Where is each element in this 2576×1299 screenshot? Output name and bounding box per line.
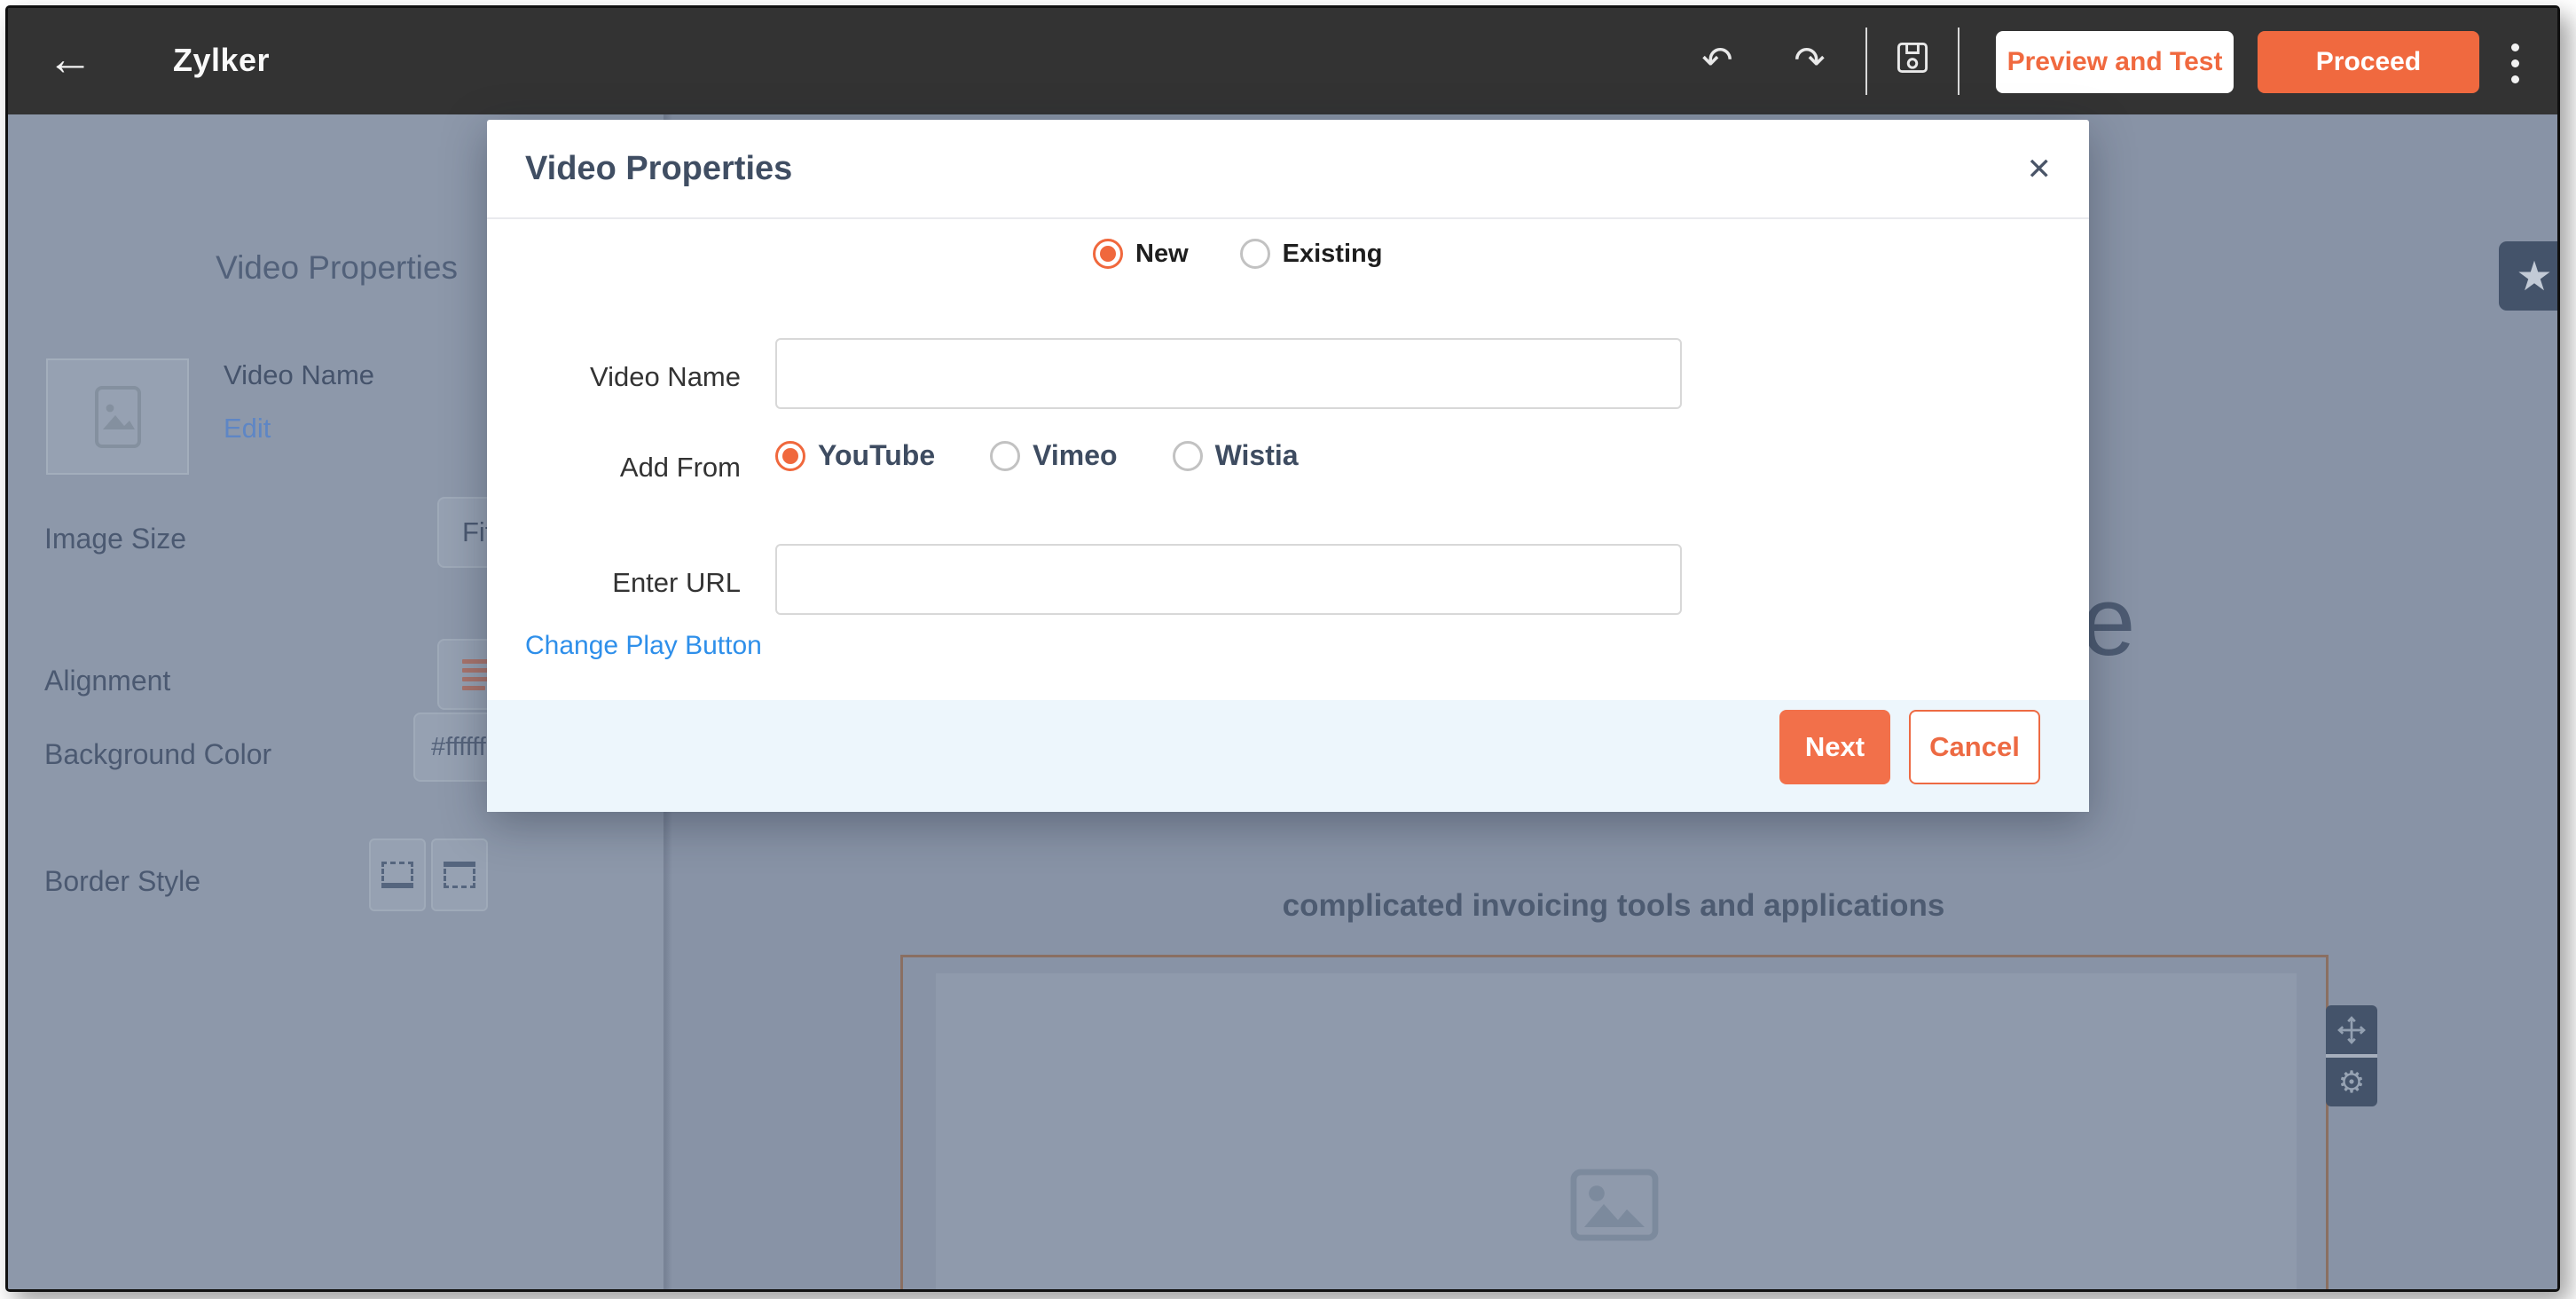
radio-unselected-icon (1240, 239, 1270, 269)
save-button[interactable] (1887, 38, 1938, 91)
move-icon (2335, 1013, 2368, 1047)
radio-existing[interactable]: Existing (1240, 239, 1383, 269)
border-top-icon (444, 862, 475, 888)
radio-new[interactable]: New (1093, 239, 1189, 269)
background-color-value: #ffffff (431, 733, 486, 762)
favorite-button[interactable]: ★ (2499, 241, 2560, 311)
top-bar: ← Zylker ↶ ↷ Preview and Test Proceed (8, 8, 2557, 114)
border-style-label: Border Style (44, 865, 200, 898)
radio-selected-icon (1093, 239, 1123, 269)
image-placeholder-icon (1570, 1169, 1659, 1246)
gear-icon: ⚙ (2338, 1067, 2365, 1098)
radio-youtube[interactable]: YouTube (775, 439, 935, 472)
alignment-label: Alignment (44, 665, 170, 697)
dialog-footer: Next Cancel (487, 700, 2089, 812)
radio-wistia-label: Wistia (1215, 439, 1299, 472)
video-placeholder-block[interactable] (900, 955, 2329, 1292)
block-floating-toolbar: ⚙ (2326, 1005, 2377, 1106)
border-bottom-icon (381, 862, 413, 888)
close-icon: ✕ (2027, 153, 2053, 186)
video-name-label: Video Name (487, 361, 741, 393)
star-icon: ★ (2516, 256, 2552, 296)
kebab-dot (2511, 59, 2519, 67)
radio-unselected-icon (1173, 441, 1203, 471)
mode-radio-group: New Existing (1093, 239, 1382, 269)
more-options-button[interactable] (2495, 38, 2534, 88)
back-arrow-icon: ← (47, 34, 93, 85)
enter-url-input[interactable] (775, 544, 1682, 615)
sidebar-video-name-label: Video Name (224, 359, 374, 391)
campaign-title: Zylker (173, 42, 270, 79)
proceed-button[interactable]: Proceed (2258, 31, 2479, 93)
dialog-header: Video Properties ✕ (487, 120, 2089, 219)
redo-icon: ↷ (1794, 39, 1825, 81)
radio-unselected-icon (990, 441, 1020, 471)
next-button[interactable]: Next (1779, 710, 1890, 784)
app-window: Video Properties Video Name Edit Image S… (5, 5, 2560, 1292)
radio-new-label: New (1135, 240, 1189, 269)
enter-url-label: Enter URL (487, 567, 741, 599)
add-from-label: Add From (487, 452, 741, 484)
redo-button[interactable]: ↷ (1784, 35, 1835, 86)
back-button[interactable]: ← (47, 36, 104, 86)
radio-youtube-label: YouTube (818, 439, 935, 472)
radio-vimeo-label: Vimeo (1033, 439, 1117, 472)
radio-wistia[interactable]: Wistia (1173, 439, 1299, 472)
close-button[interactable]: ✕ (2027, 152, 2053, 187)
video-name-input[interactable] (775, 338, 1682, 409)
radio-existing-label: Existing (1283, 240, 1383, 269)
border-style-top-button[interactable] (431, 838, 488, 911)
kebab-dot (2511, 43, 2519, 51)
block-settings-button[interactable]: ⚙ (2326, 1058, 2377, 1106)
cancel-button[interactable]: Cancel (1909, 710, 2040, 784)
background-color-label: Background Color (44, 738, 271, 771)
canvas-paragraph-fragment: complicated invoicing tools and applicat… (1117, 888, 2110, 924)
border-style-bottom-button[interactable] (369, 838, 426, 911)
undo-button[interactable]: ↶ (1692, 35, 1743, 86)
save-icon (1893, 38, 1932, 77)
radio-selected-icon (775, 441, 805, 471)
video-thumbnail (46, 358, 189, 475)
kebab-dot (2511, 75, 2519, 83)
move-handle[interactable] (2326, 1005, 2377, 1054)
toolbar-separator (1865, 28, 1867, 95)
edit-link[interactable]: Edit (224, 413, 271, 445)
video-properties-dialog: Video Properties ✕ New Existing Video Na… (487, 120, 2089, 812)
radio-vimeo[interactable]: Vimeo (990, 439, 1117, 472)
toolbar-separator (1958, 28, 1959, 95)
source-radio-group: YouTube Vimeo Wistia (775, 439, 1299, 472)
video-thumbnail-icon (94, 385, 142, 449)
undo-icon: ↶ (1701, 39, 1732, 81)
change-play-button-link[interactable]: Change Play Button (525, 631, 762, 661)
dialog-title: Video Properties (525, 150, 792, 188)
image-size-label: Image Size (44, 523, 186, 555)
preview-and-test-button[interactable]: Preview and Test (1996, 31, 2234, 93)
